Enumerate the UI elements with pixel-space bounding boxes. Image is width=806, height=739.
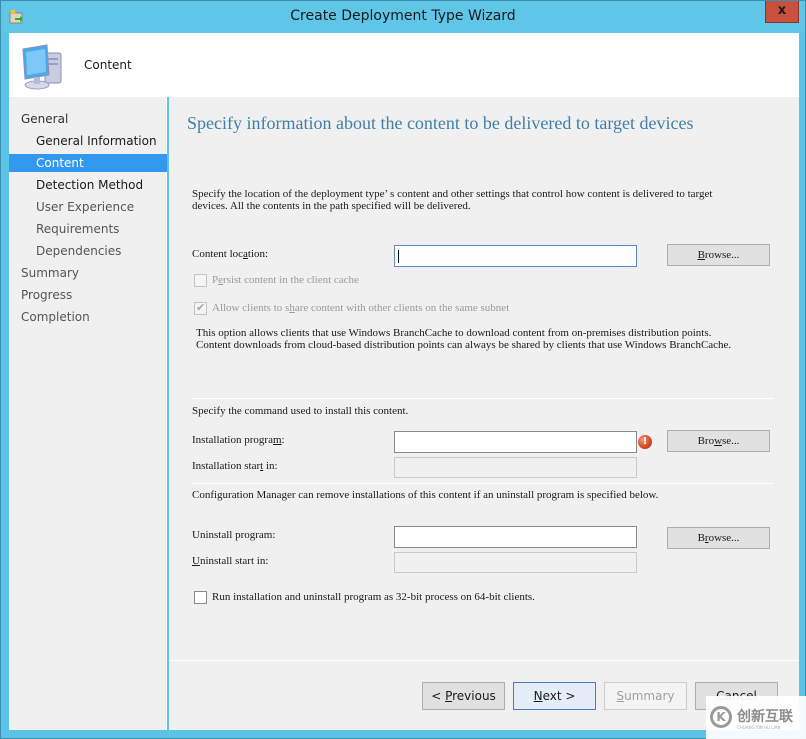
step-title: Content [84,58,132,72]
installation-program-input[interactable] [394,431,637,453]
nav-item-general-information[interactable]: General Information [9,132,167,150]
uninstall-start-in-label: Uninstall start in: [192,555,269,567]
footer-divider [169,660,799,661]
persist-cache-checkbox[interactable] [194,274,207,287]
content-location-label: Content location: [192,248,269,260]
uninstall-program-label: Uninstall program: [192,529,276,541]
wizard-step-nav: General General Information Content Dete… [9,97,167,730]
intro-text: Specify the location of the deployment t… [192,188,712,212]
section-divider [192,483,774,484]
branchcache-note-line-1: This option allows clients that use Wind… [196,327,712,339]
content-page: Specify information about the content to… [169,97,799,730]
uninstall-program-browse-button[interactable]: Browse... [667,527,770,549]
persist-cache-label: Persist content in the client cache [212,274,359,286]
installation-start-in-input[interactable] [394,457,637,478]
nav-item-detection-method[interactable]: Detection Method [9,176,167,194]
uninstall-program-input[interactable] [394,526,637,548]
nav-item-general[interactable]: General [9,110,167,128]
wizard-window: Create Deployment Type Wizard x Content … [0,0,806,739]
watermark-logo-icon: K [710,706,732,728]
run-32bit-checkbox[interactable] [194,591,207,604]
installation-start-in-label: Installation start in: [192,460,278,472]
window-bottom-border [1,730,805,738]
branchcache-note-line-2: Content downloads from cloud-based distr… [196,339,732,351]
window-title: Create Deployment Type Wizard [290,8,516,24]
summary-button[interactable]: Summary [604,682,687,710]
uninstall-start-in-input[interactable] [394,552,637,573]
close-icon: x [777,3,787,18]
previous-button[interactable]: < Previous [422,682,505,710]
uninstall-section-text: Configuration Manager can remove install… [192,489,659,501]
branchcache-note: This option allows clients that use Wind… [196,327,731,351]
nav-item-completion[interactable]: Completion [9,308,167,326]
installation-program-browse-button[interactable]: Browse... [667,430,770,452]
content-location-input[interactable] [394,245,637,267]
text-caret [398,250,399,263]
share-content-label: Allow clients to share content with othe… [212,302,510,314]
page-heading: Specify information about the content to… [187,113,694,133]
section-divider [192,398,774,399]
nav-item-requirements[interactable]: Requirements [9,220,167,238]
error-icon[interactable]: ! [638,435,652,449]
watermark-subtext: CHUANG XIN HU LIAN [737,725,781,730]
computer-icon [22,44,62,90]
share-content-checkbox[interactable]: ✔ [194,302,207,315]
nav-item-dependencies[interactable]: Dependencies [9,242,167,260]
intro-text-line-1: Specify the location of the deployment t… [192,188,713,200]
checkmark-icon: ✔ [196,302,206,314]
nav-item-user-experience[interactable]: User Experience [9,198,167,216]
wizard-header: Content [9,33,799,97]
title-bar[interactable]: Create Deployment Type Wizard x [1,1,805,33]
next-button[interactable]: Next > [513,682,596,710]
nav-item-progress[interactable]: Progress [9,286,167,304]
content-location-browse-button[interactable]: Browse... [667,244,770,266]
installation-program-label: Installation program: [192,434,285,446]
intro-text-line-2: devices. All the contents in the path sp… [192,200,471,212]
install-section-text: Specify the command used to install this… [192,405,409,417]
watermark: K 创新互联 CHUANG XIN HU LIAN [706,696,806,739]
watermark-text: 创新互联 [737,709,793,725]
nav-item-summary[interactable]: Summary [9,264,167,282]
nav-item-content[interactable]: Content [9,154,167,172]
run-32bit-label: Run installation and uninstall program a… [212,591,535,603]
close-button[interactable]: x [765,1,799,23]
